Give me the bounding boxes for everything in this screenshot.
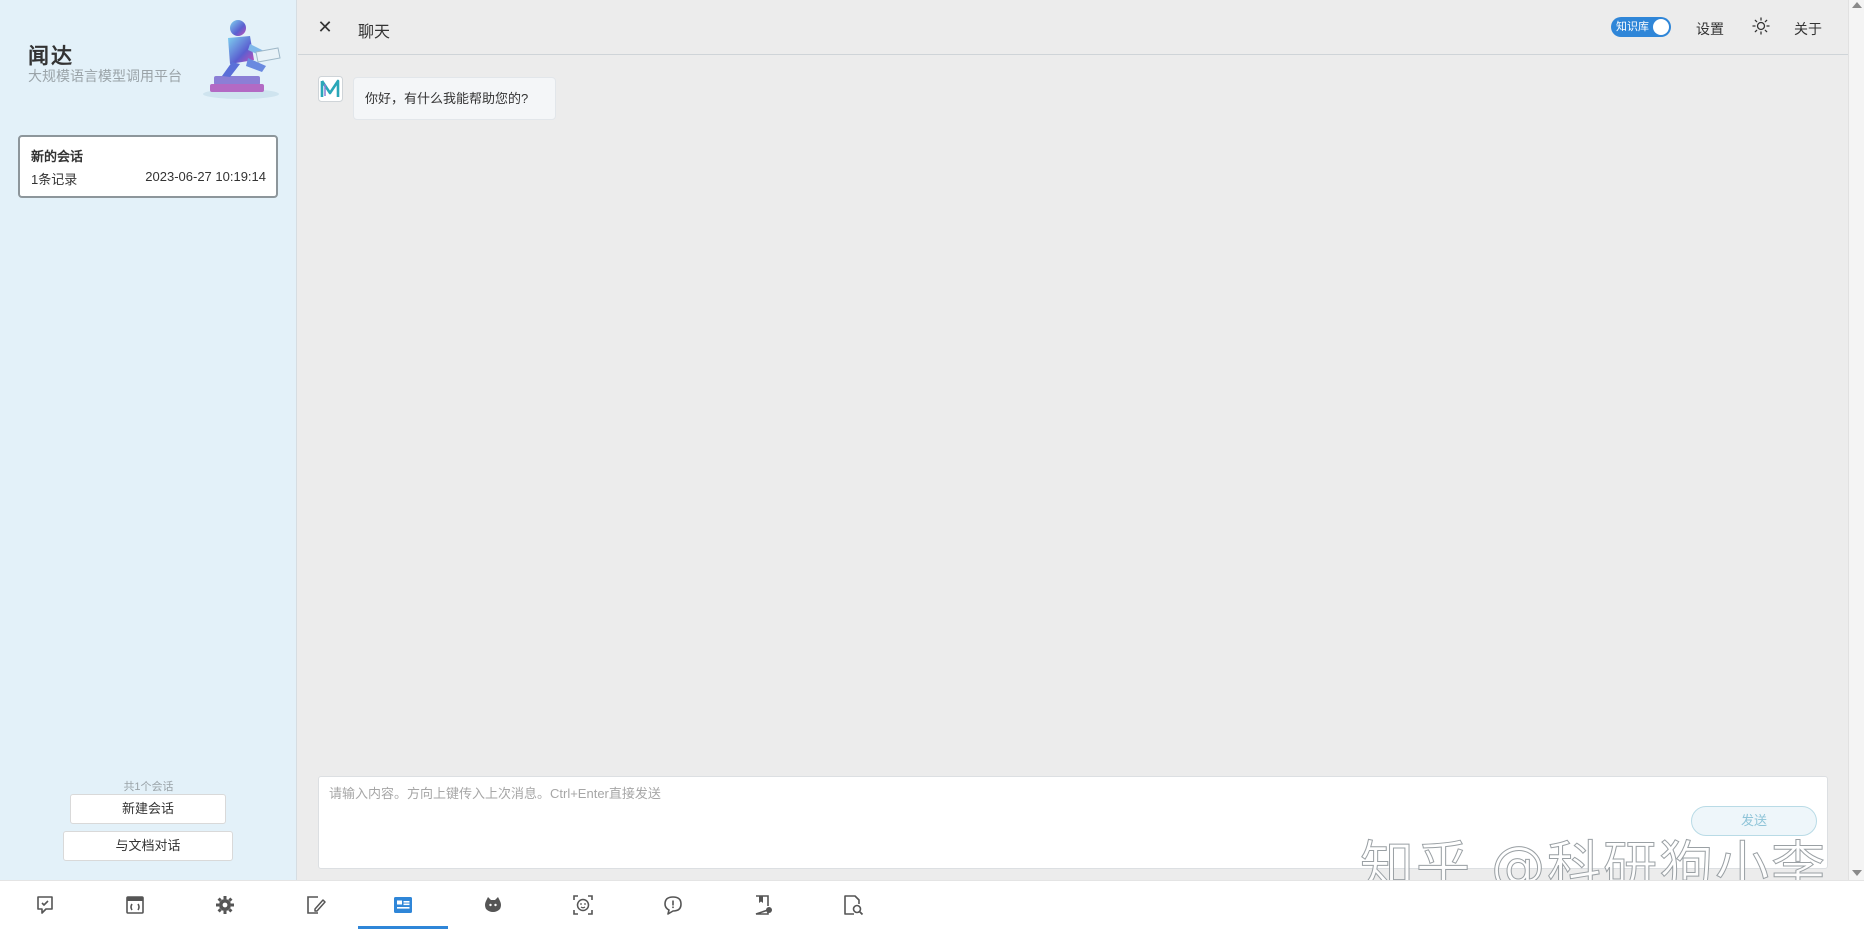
cat-icon [485,897,501,912]
message-icon [664,896,682,915]
tool-settings[interactable] [180,881,270,929]
settings-link[interactable]: 设置 [1696,19,1724,39]
tool-cat[interactable] [448,881,538,929]
new-session-button[interactable]: 新建会话 [70,794,226,824]
assistant-avatar [318,76,343,102]
scroll-up-arrow-icon[interactable] [1852,2,1862,8]
toggle-knob [1653,19,1669,35]
scroll-down-arrow-icon[interactable] [1852,870,1862,876]
robot-reading-logo [203,20,281,99]
chat-list-icon [394,897,412,913]
tool-face-scan[interactable] [538,881,628,929]
tool-check-note[interactable] [0,881,90,929]
sun-icon[interactable] [1752,17,1770,35]
tool-chat[interactable] [358,881,448,929]
doc-chat-button[interactable]: 与文档对话 [63,831,233,861]
tool-doc-search[interactable] [808,881,898,929]
tool-bookmark-doc[interactable] [718,881,808,929]
brand-subtitle: 大规模语言模型调用平台 [28,68,182,84]
assistant-message: 你好，有什么我能帮助您的? [353,77,556,120]
bookmark-doc-icon [755,895,772,915]
edit-doc-icon [307,896,326,914]
tool-message[interactable] [628,881,718,929]
sidebar: 闻达 大规模语言模型调用平台 新的会话 1条记录 2023-06-27 10:1… [0,0,297,880]
doc-search-icon [844,895,864,916]
knowledge-base-toggle-label: 知识库 [1616,21,1649,33]
tool-book[interactable] [90,881,180,929]
gear-icon [216,896,234,914]
about-link[interactable]: 关于 [1794,19,1822,39]
chat-header: ✕ 聊天 知识库 设置 关于 [298,0,1848,55]
session-item[interactable]: 新的会话 1条记录 2023-06-27 10:19:14 [18,135,278,198]
page-title: 聊天 [358,24,391,41]
scrollbar[interactable] [1848,0,1864,880]
knowledge-base-toggle[interactable]: 知识库 [1611,17,1671,37]
session-title: 新的会话 [31,149,84,164]
close-icon[interactable]: ✕ [316,18,334,36]
tool-edit-doc[interactable] [270,881,360,929]
book-icon [126,896,144,914]
session-record-count: 1条记录 [31,172,78,187]
session-total: 共1个会话 [123,781,174,793]
bottom-toolbar [0,880,1864,929]
session-timestamp: 2023-06-27 10:19:14 [145,169,266,184]
face-scan-icon [573,895,593,915]
check-note-icon [37,896,53,914]
